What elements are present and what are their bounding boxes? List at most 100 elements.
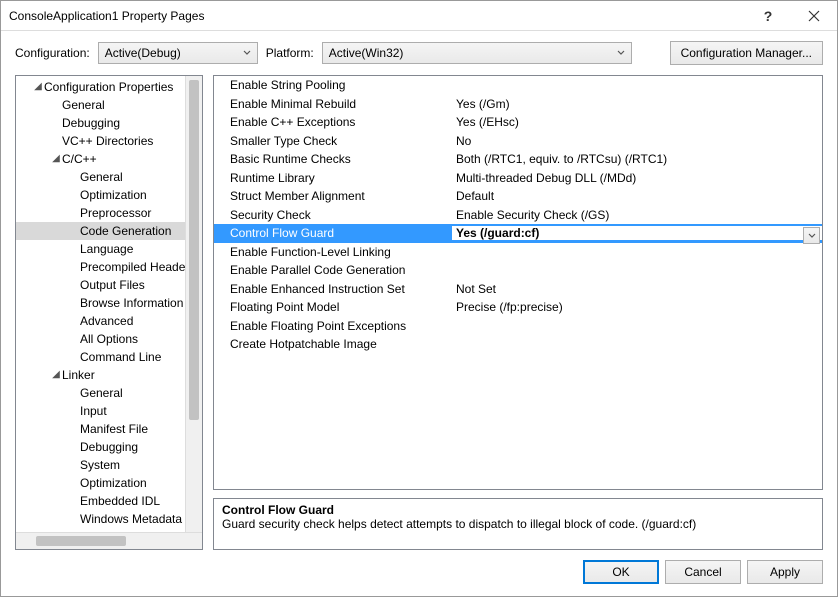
tree-item[interactable]: ◢Linker bbox=[16, 366, 202, 384]
property-grid-body[interactable]: Enable String PoolingEnable Minimal Rebu… bbox=[214, 76, 822, 354]
property-row[interactable]: Enable String Pooling bbox=[214, 76, 822, 95]
apply-button[interactable]: Apply bbox=[747, 560, 823, 584]
tree-item[interactable]: Windows Metadata bbox=[16, 510, 202, 528]
property-name: Create Hotpatchable Image bbox=[214, 337, 452, 351]
tree-item[interactable]: Input bbox=[16, 402, 202, 420]
property-row[interactable]: Enable Function-Level Linking bbox=[214, 243, 822, 262]
help-button[interactable]: ? bbox=[745, 1, 791, 31]
platform-value: Active(Win32) bbox=[329, 46, 404, 60]
property-value[interactable]: Default bbox=[452, 189, 822, 203]
tree-item-label: General bbox=[62, 96, 105, 114]
close-button[interactable] bbox=[791, 1, 837, 31]
tree-item[interactable]: All Options bbox=[16, 330, 202, 348]
tree-item[interactable]: VC++ Directories bbox=[16, 132, 202, 150]
tree-item[interactable]: Debugging bbox=[16, 114, 202, 132]
tree-item[interactable]: ◢C/C++ bbox=[16, 150, 202, 168]
property-value[interactable]: Yes (/EHsc) bbox=[452, 115, 822, 129]
property-row[interactable]: Floating Point ModelPrecise (/fp:precise… bbox=[214, 298, 822, 317]
property-value[interactable]: No bbox=[452, 134, 822, 148]
nav-tree: ◢Configuration PropertiesGeneralDebuggin… bbox=[15, 75, 203, 550]
property-row[interactable]: Control Flow GuardYes (/guard:cf) bbox=[214, 224, 822, 243]
nav-tree-body[interactable]: ◢Configuration PropertiesGeneralDebuggin… bbox=[16, 76, 202, 549]
tree-horizontal-scrollbar[interactable] bbox=[16, 532, 202, 549]
description-title: Control Flow Guard bbox=[222, 503, 814, 517]
dialog-buttons: OK Cancel Apply bbox=[1, 550, 837, 596]
tree-item[interactable]: General bbox=[16, 384, 202, 402]
property-row[interactable]: Smaller Type CheckNo bbox=[214, 132, 822, 151]
tree-item-label: Code Generation bbox=[80, 222, 171, 240]
tree-item[interactable]: Output Files bbox=[16, 276, 202, 294]
property-name: Enable Function-Level Linking bbox=[214, 245, 452, 259]
property-value[interactable]: Multi-threaded Debug DLL (/MDd) bbox=[452, 171, 822, 185]
tree-item[interactable]: System bbox=[16, 456, 202, 474]
main-content: ◢Configuration PropertiesGeneralDebuggin… bbox=[1, 75, 837, 550]
titlebar: ConsoleApplication1 Property Pages ? bbox=[1, 1, 837, 31]
tree-collapse-icon[interactable]: ◢ bbox=[32, 78, 44, 96]
tree-collapse-icon[interactable]: ◢ bbox=[50, 150, 62, 168]
description-body: Guard security check helps detect attemp… bbox=[222, 517, 814, 531]
tree-item[interactable]: Browse Information bbox=[16, 294, 202, 312]
property-value[interactable]: Yes (/guard:cf) bbox=[452, 226, 822, 240]
property-value[interactable]: Both (/RTC1, equiv. to /RTCsu) (/RTC1) bbox=[452, 152, 822, 166]
tree-item-label: Debugging bbox=[62, 114, 120, 132]
tree-item-label: General bbox=[80, 168, 123, 186]
tree-item[interactable]: Optimization bbox=[16, 186, 202, 204]
property-name: Smaller Type Check bbox=[214, 134, 452, 148]
tree-item-label: Configuration Properties bbox=[44, 78, 173, 96]
tree-item[interactable]: General bbox=[16, 168, 202, 186]
tree-item[interactable]: Debugging bbox=[16, 438, 202, 456]
tree-item[interactable]: Embedded IDL bbox=[16, 492, 202, 510]
tree-item[interactable]: Advanced bbox=[16, 312, 202, 330]
tree-item-label: Preprocessor bbox=[80, 204, 151, 222]
tree-item[interactable]: Precompiled Headers bbox=[16, 258, 202, 276]
tree-vertical-scrollbar[interactable] bbox=[185, 76, 202, 532]
property-row[interactable]: Enable Parallel Code Generation bbox=[214, 261, 822, 280]
property-value-dropdown[interactable] bbox=[803, 227, 820, 244]
platform-dropdown[interactable]: Active(Win32) bbox=[322, 42, 632, 64]
tree-item[interactable]: Preprocessor bbox=[16, 204, 202, 222]
tree-item[interactable]: General bbox=[16, 96, 202, 114]
property-row[interactable]: Enable Floating Point Exceptions bbox=[214, 317, 822, 336]
tree-item-label: Debugging bbox=[80, 438, 138, 456]
property-row[interactable]: Security CheckEnable Security Check (/GS… bbox=[214, 206, 822, 225]
cancel-button[interactable]: Cancel bbox=[665, 560, 741, 584]
property-name: Control Flow Guard bbox=[214, 226, 452, 240]
tree-collapse-icon[interactable]: ◢ bbox=[50, 366, 62, 384]
configuration-dropdown[interactable]: Active(Debug) bbox=[98, 42, 258, 64]
tree-item-label: General bbox=[80, 384, 123, 402]
property-value[interactable]: Precise (/fp:precise) bbox=[452, 300, 822, 314]
tree-item[interactable]: Code Generation bbox=[16, 222, 202, 240]
property-row[interactable]: Runtime LibraryMulti-threaded Debug DLL … bbox=[214, 169, 822, 188]
tree-item[interactable]: Optimization bbox=[16, 474, 202, 492]
tree-item[interactable]: ◢Configuration Properties bbox=[16, 78, 202, 96]
property-row[interactable]: Enable Enhanced Instruction SetNot Set bbox=[214, 280, 822, 299]
property-row[interactable]: Enable Minimal RebuildYes (/Gm) bbox=[214, 95, 822, 114]
tree-item-label: Optimization bbox=[80, 186, 147, 204]
chevron-down-icon bbox=[808, 229, 816, 243]
tree-item[interactable]: Manifest File bbox=[16, 420, 202, 438]
property-row[interactable]: Enable C++ ExceptionsYes (/EHsc) bbox=[214, 113, 822, 132]
property-value[interactable]: Yes (/Gm) bbox=[452, 97, 822, 111]
property-row[interactable]: Basic Runtime ChecksBoth (/RTC1, equiv. … bbox=[214, 150, 822, 169]
property-name: Enable Parallel Code Generation bbox=[214, 263, 452, 277]
property-row[interactable]: Struct Member AlignmentDefault bbox=[214, 187, 822, 206]
tree-item[interactable]: Language bbox=[16, 240, 202, 258]
tree-item-label: VC++ Directories bbox=[62, 132, 153, 150]
configuration-manager-button[interactable]: Configuration Manager... bbox=[670, 41, 823, 65]
tree-item-label: Windows Metadata bbox=[80, 510, 182, 528]
property-name: Basic Runtime Checks bbox=[214, 152, 452, 166]
right-panel: Enable String PoolingEnable Minimal Rebu… bbox=[213, 75, 823, 550]
property-name: Enable Floating Point Exceptions bbox=[214, 319, 452, 333]
property-row[interactable]: Create Hotpatchable Image bbox=[214, 335, 822, 354]
tree-item-label: Manifest File bbox=[80, 420, 148, 438]
chevron-down-icon bbox=[243, 46, 251, 60]
config-bar: Configuration: Active(Debug) Platform: A… bbox=[1, 31, 837, 75]
property-value[interactable]: Enable Security Check (/GS) bbox=[452, 208, 822, 222]
property-value[interactable]: Not Set bbox=[452, 282, 822, 296]
property-name: Runtime Library bbox=[214, 171, 452, 185]
tree-item-label: Input bbox=[80, 402, 107, 420]
configuration-label: Configuration: bbox=[15, 46, 90, 60]
ok-button[interactable]: OK bbox=[583, 560, 659, 584]
tree-item[interactable]: Command Line bbox=[16, 348, 202, 366]
tree-item-label: Optimization bbox=[80, 474, 147, 492]
